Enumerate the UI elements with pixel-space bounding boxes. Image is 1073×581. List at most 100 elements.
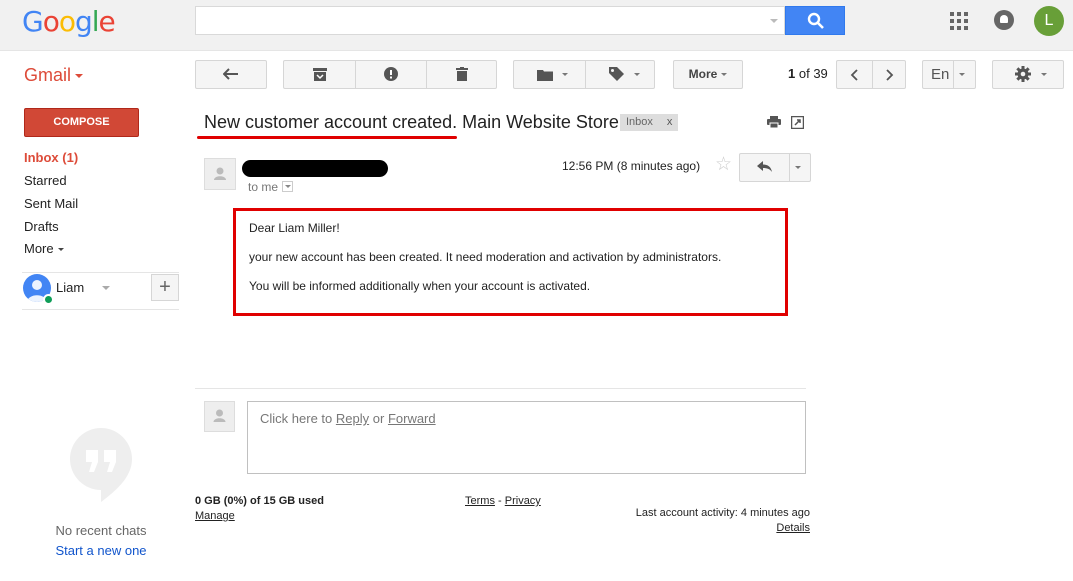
account-avatar[interactable]: L: [1034, 6, 1064, 36]
search-icon: [807, 12, 824, 29]
sidebar-item-more[interactable]: More: [24, 241, 64, 256]
reply-prompt-text: Click here to Reply or Forward: [260, 411, 436, 426]
report-spam-icon: [384, 67, 398, 81]
pager-nav-group: [836, 60, 906, 89]
reply-actions-group: [739, 153, 811, 182]
page-current: 1: [788, 66, 796, 81]
compose-button[interactable]: COMPOSE: [24, 108, 139, 137]
sidebar-item-inbox[interactable]: Inbox (1): [24, 150, 78, 165]
start-new-chat-link[interactable]: Start a new one: [0, 543, 202, 558]
more-button[interactable]: More: [673, 60, 743, 89]
message-timestamp: 12:56 PM (8 minutes ago): [562, 159, 701, 173]
notifications-bell-icon[interactable]: [994, 10, 1014, 30]
gmail-label: Gmail: [24, 65, 72, 85]
chevron-left-icon: [850, 69, 858, 81]
body-line-3: You will be informed additionally when y…: [249, 279, 591, 293]
newer-button[interactable]: [837, 61, 872, 88]
back-button[interactable]: [195, 60, 267, 89]
body-line-2: your new account has been created. It ne…: [249, 250, 722, 264]
show-details-icon[interactable]: [282, 181, 294, 193]
subject-highlight-underline: [197, 136, 457, 139]
to-me-label: to me: [248, 180, 279, 194]
reply-avatar: [204, 401, 235, 432]
body-line-greeting: Dear Liam Miller!: [249, 221, 340, 235]
reply-button[interactable]: [740, 154, 789, 181]
search-input[interactable]: [195, 6, 785, 35]
hangouts-user-name[interactable]: Liam: [56, 280, 84, 295]
reply-prompt-box[interactable]: Click here to Reply or Forward: [247, 401, 806, 474]
reply-more-button[interactable]: [790, 154, 810, 181]
delete-button[interactable]: [426, 61, 497, 88]
chevron-down-icon: [634, 73, 640, 76]
search-options-caret-icon[interactable]: [770, 19, 778, 23]
message-body-highlight: Dear Liam Miller! your new account has b…: [233, 208, 788, 316]
labels-button[interactable]: [585, 61, 656, 88]
chevron-down-icon: [959, 73, 965, 76]
label-chip-inbox[interactable]: Inbox x: [620, 114, 679, 131]
message-subject: New customer account created. Main Websi…: [204, 112, 619, 132]
star-icon[interactable]: ☆: [715, 155, 732, 175]
sidebar-item-drafts[interactable]: Drafts: [24, 219, 59, 234]
page-of: of: [798, 66, 810, 81]
person-icon: [213, 409, 226, 422]
sidebar-item-sent-mail[interactable]: Sent Mail: [24, 196, 78, 211]
divider: [195, 388, 806, 389]
manage-storage-link[interactable]: Manage: [195, 510, 235, 522]
reply-arrow-icon: [757, 161, 772, 172]
search-button[interactable]: [785, 6, 845, 35]
google-logo[interactable]: Google: [22, 5, 116, 38]
back-arrow-icon: [223, 68, 238, 80]
gear-icon: [1015, 66, 1031, 82]
account-activity: Last account activity: 4 minutes ago Det…: [610, 507, 810, 534]
open-in-new-window-icon[interactable]: [791, 116, 804, 129]
chevron-right-icon: [886, 69, 894, 81]
online-status-dot: [43, 294, 54, 305]
archive-icon: [313, 68, 327, 81]
chevron-down-icon: [721, 73, 728, 77]
label-chip-text: Inbox: [626, 116, 653, 128]
pagination-count: 1 of 39: [788, 66, 828, 81]
folder-icon: [537, 70, 553, 81]
chevron-down-icon: [795, 166, 801, 169]
hangouts-quote-icon: [70, 428, 132, 502]
move-to-button[interactable]: [514, 61, 585, 88]
activity-details-link[interactable]: Details: [610, 522, 810, 534]
storage-usage-text: 0 GB (0%) of 15 GB used: [195, 495, 324, 507]
message-actions-group: [283, 60, 497, 89]
chevron-down-icon: [57, 248, 64, 252]
archive-button[interactable]: [284, 61, 355, 88]
sidebar-item-more-label: More: [24, 241, 54, 256]
input-tools-menu[interactable]: [953, 61, 976, 88]
print-icon[interactable]: [767, 116, 781, 128]
storage-usage: 0 GB (0%) of 15 GB used Manage: [195, 495, 324, 522]
reply-prompt-prefix: Click here to: [260, 411, 333, 426]
sidebar-item-starred[interactable]: Starred: [24, 173, 67, 188]
organize-group: [513, 60, 655, 89]
terms-link[interactable]: Terms: [465, 495, 495, 507]
new-conversation-button[interactable]: +: [151, 274, 179, 301]
reply-link[interactable]: Reply: [336, 411, 369, 426]
forward-link[interactable]: Forward: [388, 411, 436, 426]
delete-icon: [456, 67, 468, 81]
report-spam-button[interactable]: [355, 61, 426, 88]
settings-button[interactable]: [992, 60, 1064, 89]
chevron-down-icon[interactable]: [102, 286, 110, 290]
page-total: 39: [813, 66, 828, 81]
footer-separator: -: [498, 495, 502, 507]
remove-label-icon[interactable]: x: [667, 116, 673, 128]
person-icon: [214, 167, 226, 180]
chevron-down-icon: [75, 74, 84, 79]
no-recent-chats-text: No recent chats: [55, 523, 147, 538]
input-tools-label: En: [931, 66, 950, 83]
older-button[interactable]: [872, 61, 906, 88]
recipient-details[interactable]: to me: [248, 180, 294, 194]
input-tools-button[interactable]: En: [922, 60, 976, 89]
apps-grid-icon[interactable]: [950, 12, 968, 30]
chevron-down-icon: [1041, 73, 1047, 76]
reply-prompt-or: or: [372, 411, 385, 426]
gmail-menu[interactable]: Gmail: [24, 65, 84, 86]
more-label: More: [688, 67, 718, 81]
privacy-link[interactable]: Privacy: [505, 495, 541, 507]
sender-avatar: [204, 158, 236, 190]
label-tag-icon: [609, 67, 624, 81]
